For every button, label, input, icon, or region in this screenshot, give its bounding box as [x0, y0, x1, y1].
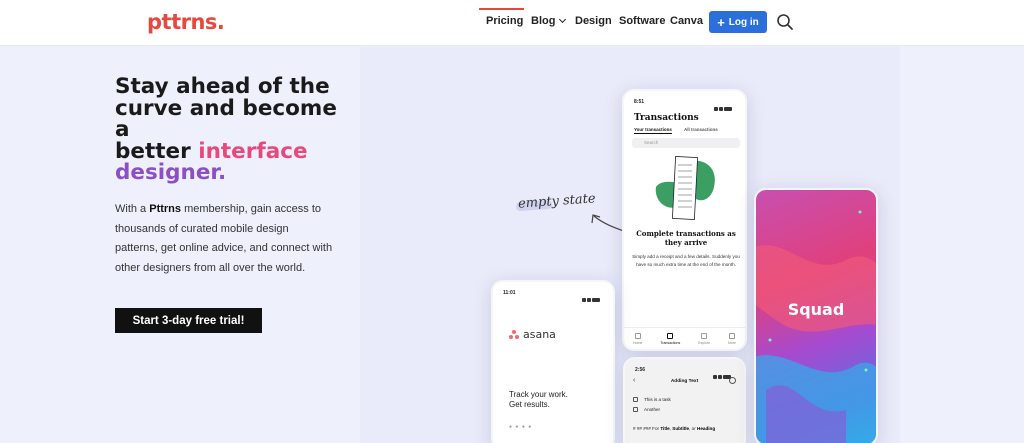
status-icons — [712, 366, 734, 379]
description-pre: With a — [115, 203, 150, 215]
transactions-title: Transactions — [634, 113, 699, 123]
md-heading: Heading — [697, 426, 716, 431]
asana-tagline: Track your work. Get results. — [509, 390, 568, 410]
chevron-down-icon — [559, 15, 567, 24]
squad-phone: Squad — [754, 188, 878, 443]
nav-explore-item[interactable]: Explore — [698, 332, 710, 345]
tab-your-transactions[interactable]: Your transactions — [634, 127, 672, 134]
nav-blog[interactable]: Blog — [531, 15, 567, 27]
asana-logo: asana — [509, 328, 556, 341]
search-icon[interactable] — [776, 13, 794, 31]
hero-headline: Stay ahead of the curve and become a bet… — [115, 76, 355, 184]
asana-wordmark: asana — [523, 328, 556, 341]
transactions-bottom-nav: Home Transactions Explore More — [624, 327, 745, 349]
login-button[interactable]: + Log in — [709, 11, 767, 33]
status-time: 8:51 — [634, 99, 645, 105]
squad-logo-text: Squad — [787, 300, 845, 319]
status-icons — [581, 289, 603, 302]
checkbox-icon[interactable] — [633, 407, 638, 412]
nav-home-item[interactable]: Home — [633, 332, 642, 345]
markdown-hint: # ## ### For Title, Subtitle, or Heading — [633, 425, 743, 432]
task-item[interactable]: Another — [633, 407, 660, 412]
top-header: pttrns. Pricing Blog Design Software Can… — [0, 0, 1024, 46]
md-subtitle: Subtitle — [672, 426, 690, 431]
md-prefix: # ## ### For — [633, 426, 661, 431]
nav-pricing[interactable]: Pricing — [486, 15, 523, 27]
more-icon[interactable] — [729, 377, 736, 384]
asana-dots-icon — [509, 330, 519, 339]
status-time: 2:56 — [635, 367, 646, 373]
logo[interactable]: pttrns. — [147, 10, 225, 34]
nav-software[interactable]: Software — [619, 15, 665, 27]
transactions-heading: Complete transactions as they arrive — [636, 229, 736, 247]
task-label: This is a task — [644, 397, 671, 402]
task-item[interactable]: This is a task — [633, 397, 671, 402]
tasks-title: Adding Text — [670, 379, 699, 384]
tasks-phone: 2:56 ‹ Adding Text This is a task Anothe… — [623, 357, 746, 443]
md-title: Title — [660, 426, 670, 431]
nav-active-indicator — [479, 8, 524, 10]
description-brand: Pttrns — [149, 203, 182, 215]
nav-transactions-item[interactable]: Transactions — [660, 332, 680, 345]
login-label: Log in — [728, 16, 759, 28]
transactions-body: Simply add a receipt and a few details. … — [632, 254, 740, 267]
transactions-phone: 8:51 Transactions Your transactions All … — [622, 89, 747, 351]
plus-icon: + — [717, 14, 725, 30]
nav-design[interactable]: Design — [575, 15, 612, 27]
headline-designer: designer. — [115, 160, 227, 185]
hero-description: With a Pttrns membership, gain access to… — [115, 200, 333, 278]
md-sep: , or — [689, 426, 698, 431]
asana-tagline-2: Get results. — [509, 400, 550, 409]
headline-line-3: better interface — [115, 140, 355, 163]
asana-phone: 11:01 asana Track your work. Get results… — [491, 280, 615, 443]
checkbox-icon[interactable] — [633, 397, 638, 402]
nav-more-item[interactable]: More — [728, 332, 736, 345]
transactions-search[interactable]: Search — [632, 138, 740, 148]
nav-canva[interactable]: Canva — [670, 15, 703, 27]
status-icons — [713, 98, 735, 111]
asana-tagline-1: Track your work. — [509, 390, 568, 399]
asana-pager: ● ● ● ● — [509, 424, 533, 430]
status-time: 11:01 — [503, 290, 516, 296]
nav-blog-label: Blog — [531, 15, 556, 27]
tab-all-transactions[interactable]: All transactions — [684, 127, 718, 132]
headline-line-1: Stay ahead of the — [115, 74, 330, 99]
headline-line-2: curve and become a — [115, 95, 337, 142]
receipt-illustration-icon — [655, 156, 715, 220]
start-trial-button[interactable]: Start 3-day free trial! — [115, 308, 262, 333]
task-label: Another — [644, 407, 661, 412]
